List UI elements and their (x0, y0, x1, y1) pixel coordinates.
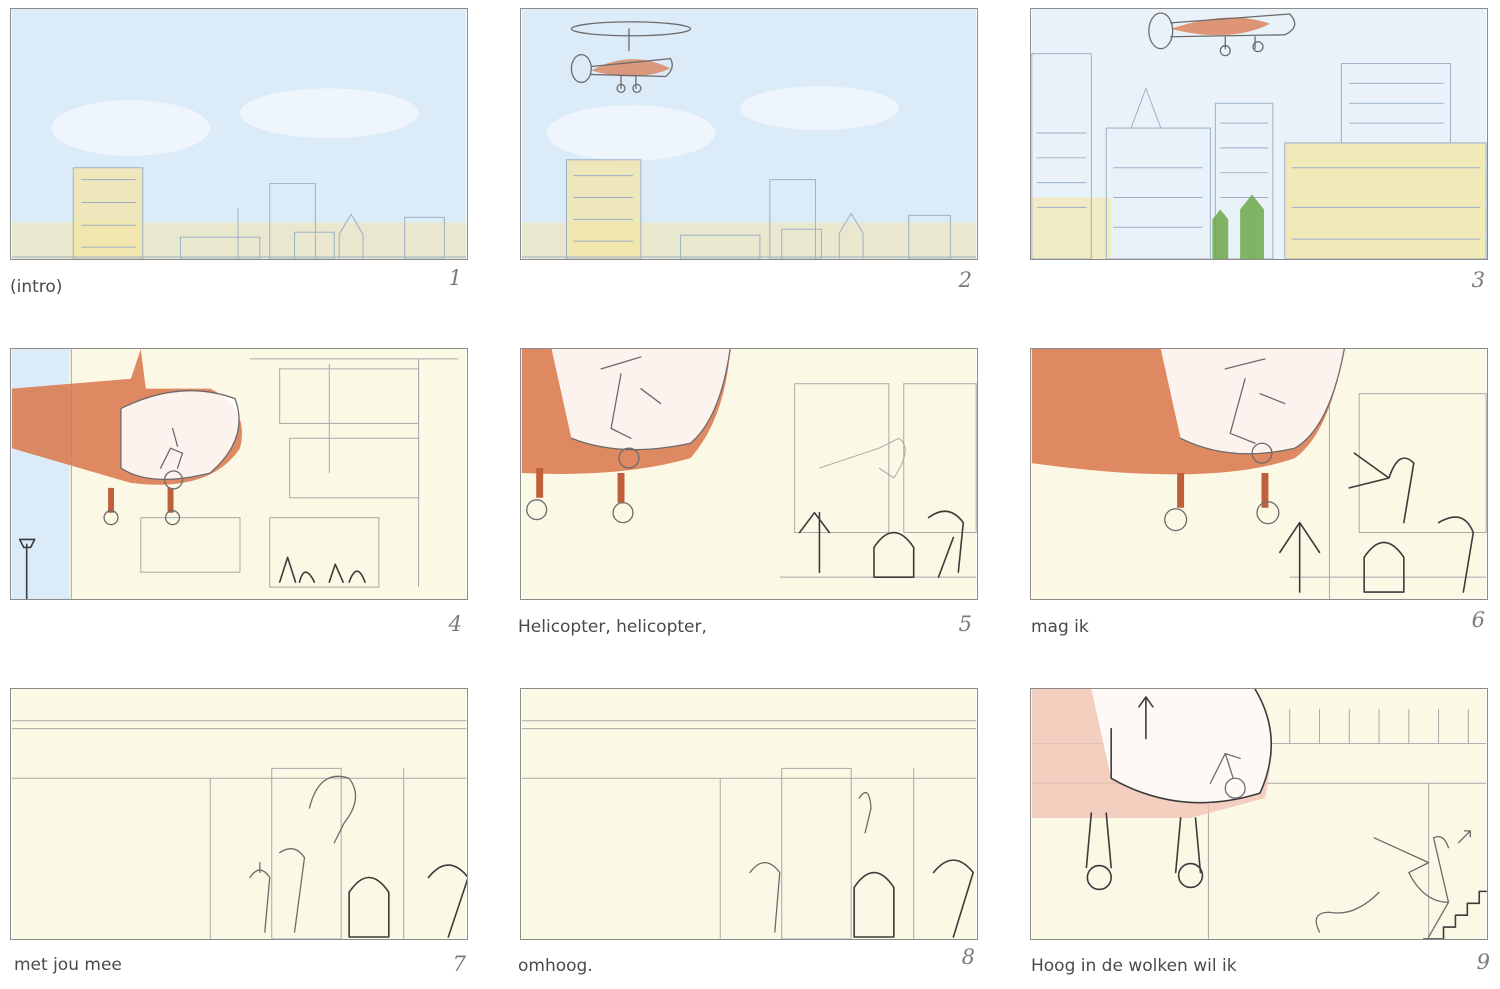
storyboard-panel-2 (520, 8, 978, 260)
panel-9-number: 9 (1476, 950, 1490, 974)
panel-6-number: 6 (1471, 608, 1485, 632)
storyboard-panel-9 (1030, 688, 1488, 940)
storyboard-panel-5 (520, 348, 978, 600)
panel-8-caption: omhoog. (518, 956, 593, 976)
storyboard-panel-1 (10, 8, 468, 260)
panel-1-illustration (11, 9, 467, 259)
panel-3-illustration (1031, 9, 1487, 259)
panel-1-number: 1 (448, 266, 462, 290)
panel-5-illustration (521, 349, 977, 599)
storyboard-panel-6 (1030, 348, 1488, 600)
panel-8-number: 8 (961, 945, 975, 969)
storyboard-panel-8 (520, 688, 978, 940)
panel-6-illustration (1031, 349, 1487, 599)
panel-5-caption: Helicopter, helicopter, (518, 617, 707, 637)
panel-3-number: 3 (1471, 268, 1485, 292)
panel-9-illustration (1031, 689, 1487, 939)
panel-9-caption: Hoog in de wolken wil ik (1031, 956, 1237, 976)
storyboard-panel-7 (10, 688, 468, 940)
storyboard-panel-4 (10, 348, 468, 600)
panel-2-number: 2 (958, 268, 972, 292)
panel-2-illustration (521, 9, 977, 259)
panel-7-illustration (11, 689, 467, 939)
panel-8-illustration (521, 689, 977, 939)
panel-4-number: 4 (448, 612, 462, 636)
panel-5-number: 5 (958, 612, 972, 636)
panel-4-illustration (11, 349, 467, 599)
panel-1-caption: (intro) (10, 277, 63, 297)
panel-7-caption: met jou mee (14, 955, 122, 975)
panel-7-number: 7 (452, 952, 466, 976)
panel-6-caption: mag ik (1031, 617, 1089, 637)
storyboard-panel-3 (1030, 8, 1488, 260)
